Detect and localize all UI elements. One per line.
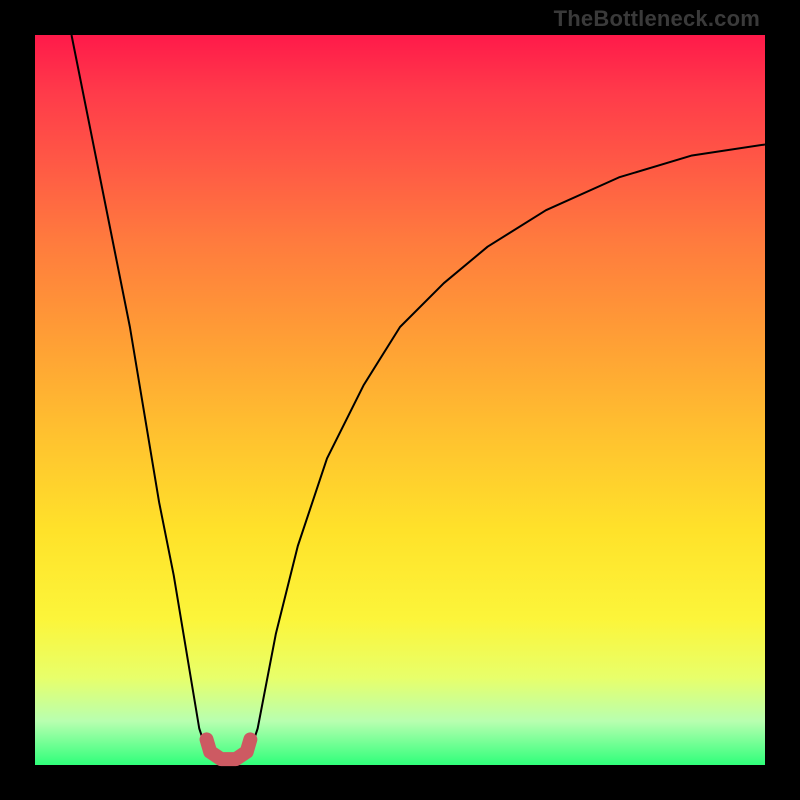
series-left-arm [72, 35, 207, 750]
watermark: TheBottleneck.com [554, 6, 760, 32]
chart-container: TheBottleneck.com [0, 0, 800, 800]
series-u-highlight [207, 739, 251, 759]
plot-svg [0, 0, 800, 800]
series-right-arm [250, 145, 765, 751]
